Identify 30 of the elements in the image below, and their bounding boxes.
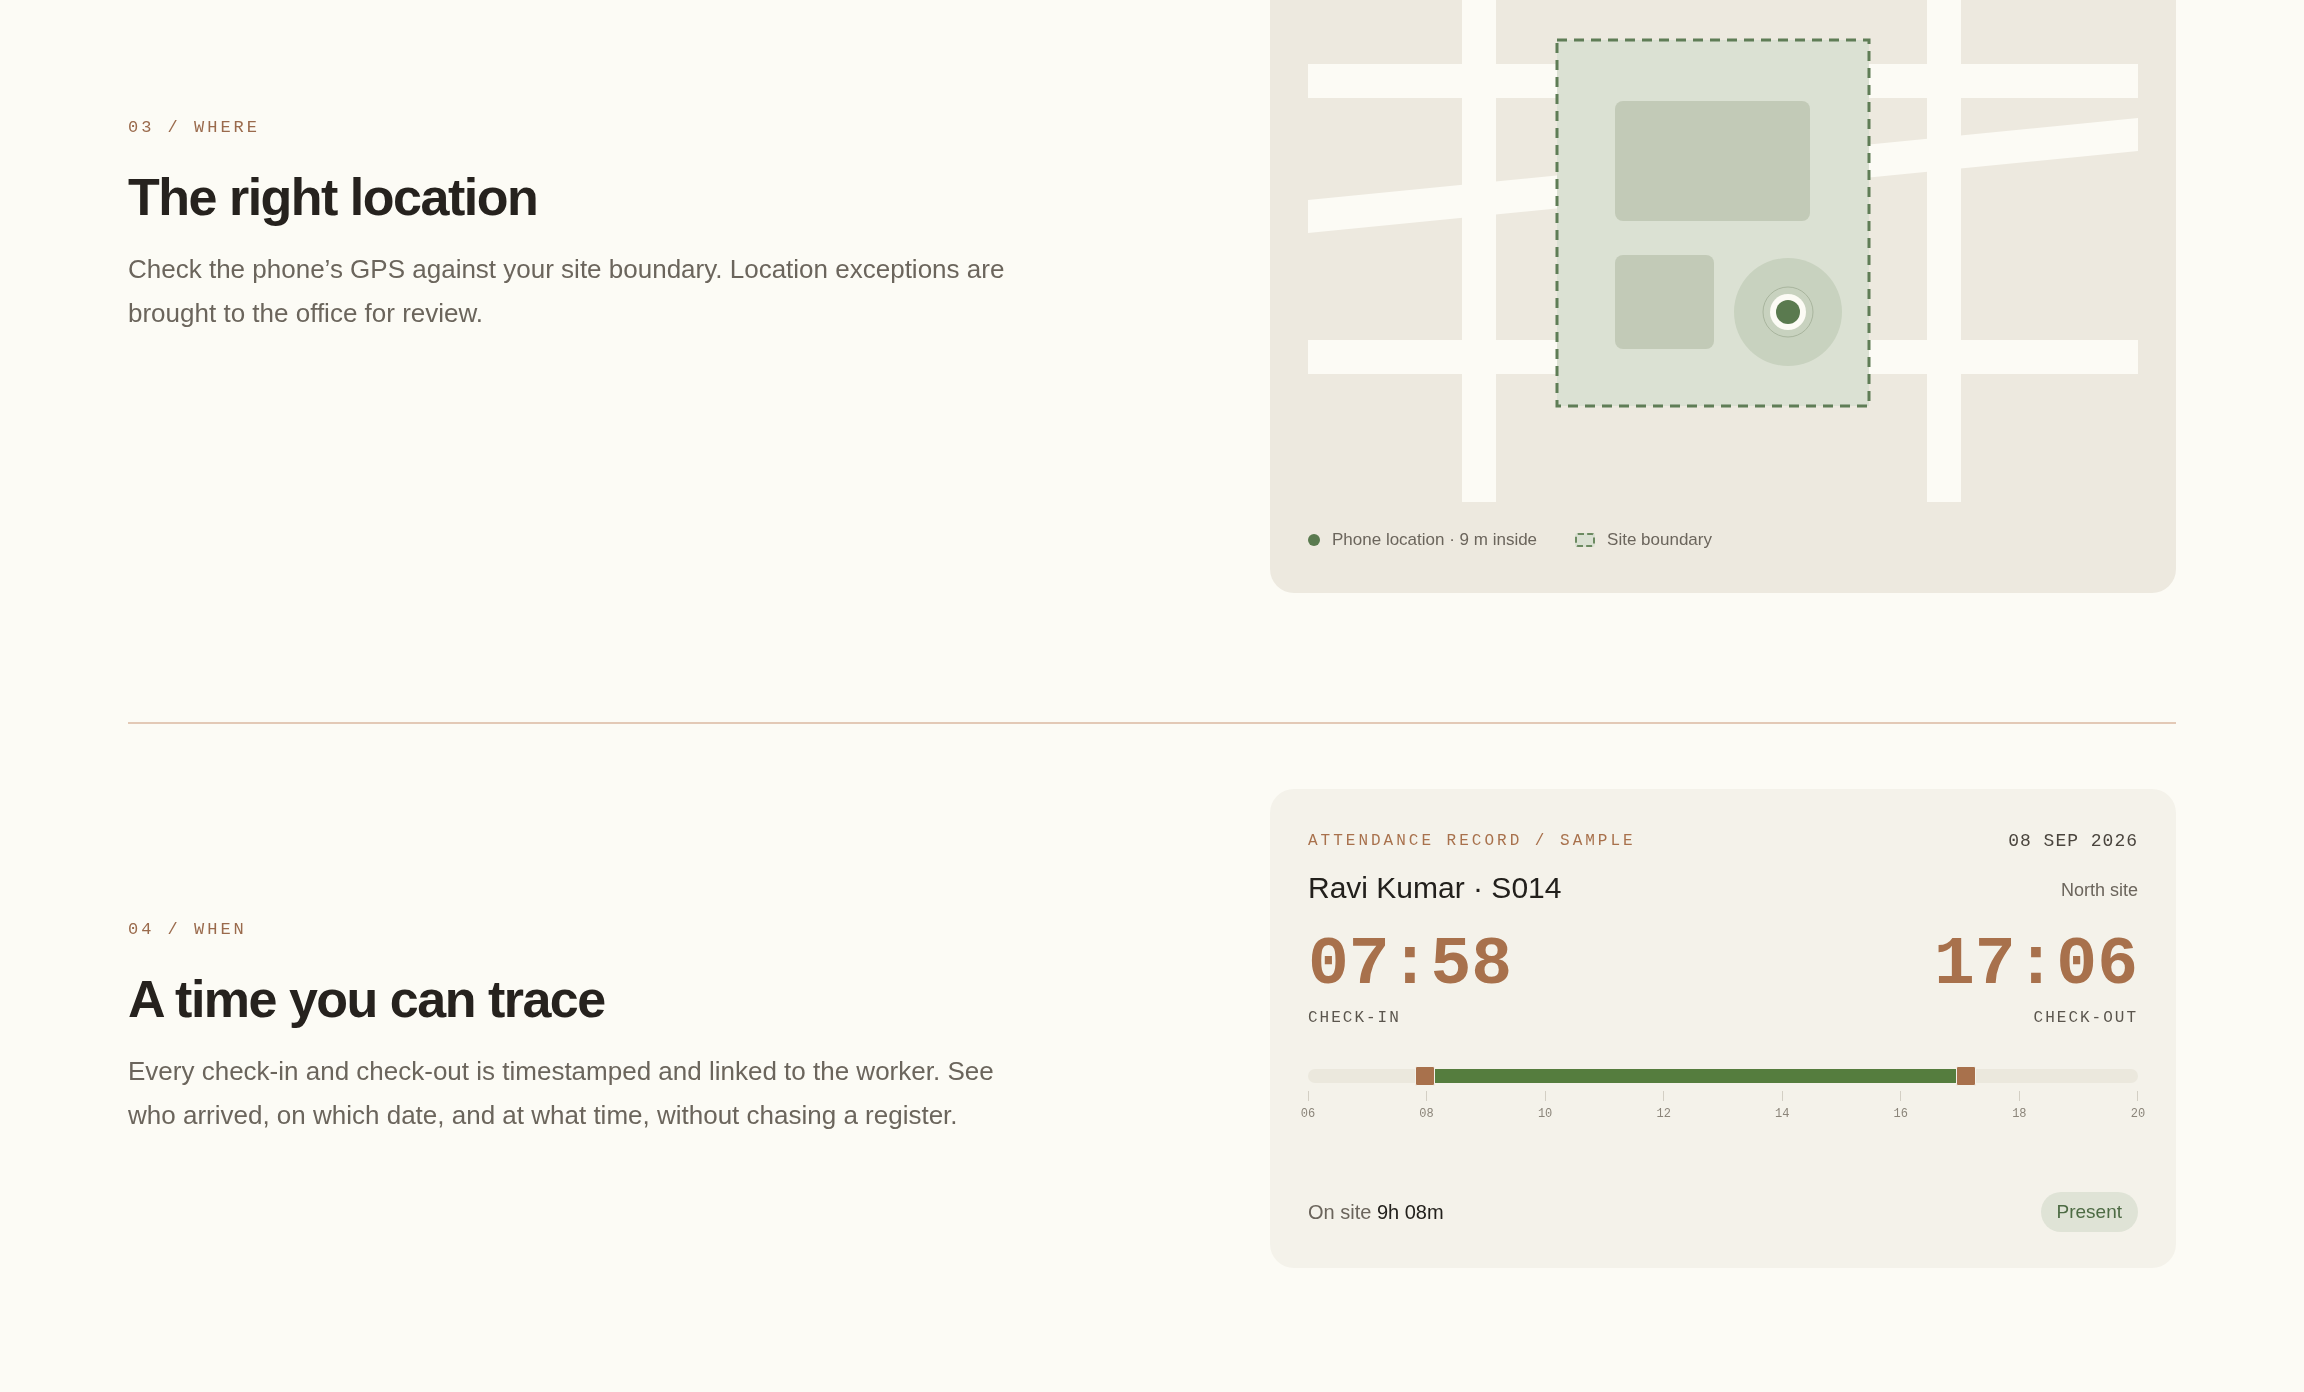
section-eyebrow: 04 / WHEN <box>128 920 248 939</box>
status-badge: Present <box>2040 1192 2138 1232</box>
tick-label: 10 <box>1537 1107 1553 1121</box>
tick-label: 06 <box>1300 1107 1316 1121</box>
timeline-handle[interactable] <box>1956 1066 1977 1086</box>
card-label: ATTENDANCE RECORD / SAMPLE <box>1308 832 1636 850</box>
record-date: 08 SEP 2026 <box>2008 831 2138 851</box>
legend-label: Site boundary <box>1607 530 1712 550</box>
worker-name: Ravi Kumar · S014 <box>1308 871 1562 905</box>
section-description: Check the phone’s GPS against your site boundary. Location exceptions are brought to the office for review. <box>128 253 1006 330</box>
time-value: 17:06 <box>1933 931 2138 999</box>
tick-label: 20 <box>2130 1107 2146 1121</box>
time-on-site: On site 9h 08m <box>1308 1200 1444 1224</box>
time-label: CHECK-OUT <box>2033 1009 2138 1027</box>
site-name: North site <box>2060 879 2138 901</box>
section-heading: A time you can trace <box>128 969 606 1029</box>
timeline-handle[interactable] <box>1414 1066 1435 1086</box>
time-label: CHECK-IN <box>1308 1009 1402 1027</box>
legend-label: Phone location · 9 m inside <box>1332 530 1538 550</box>
tick-label: 18 <box>2012 1107 2027 1121</box>
location-dot-icon <box>1308 534 1320 546</box>
section-description: Every check-in and check-out is timestamped and linked to the worker. See who arrived, on which date, and at what time, without chasing a register. <box>128 1055 995 1132</box>
time-value: 07:58 <box>1308 931 1513 999</box>
section-heading: The right location <box>128 167 539 227</box>
tick-label: 14 <box>1775 1107 1790 1121</box>
tick-label: 16 <box>1893 1107 1908 1121</box>
dashed-square-icon <box>1575 533 1596 547</box>
tick-label: 12 <box>1656 1107 1671 1121</box>
section-eyebrow: 03 / WHERE <box>128 118 262 137</box>
tick-label: 08 <box>1419 1107 1434 1121</box>
